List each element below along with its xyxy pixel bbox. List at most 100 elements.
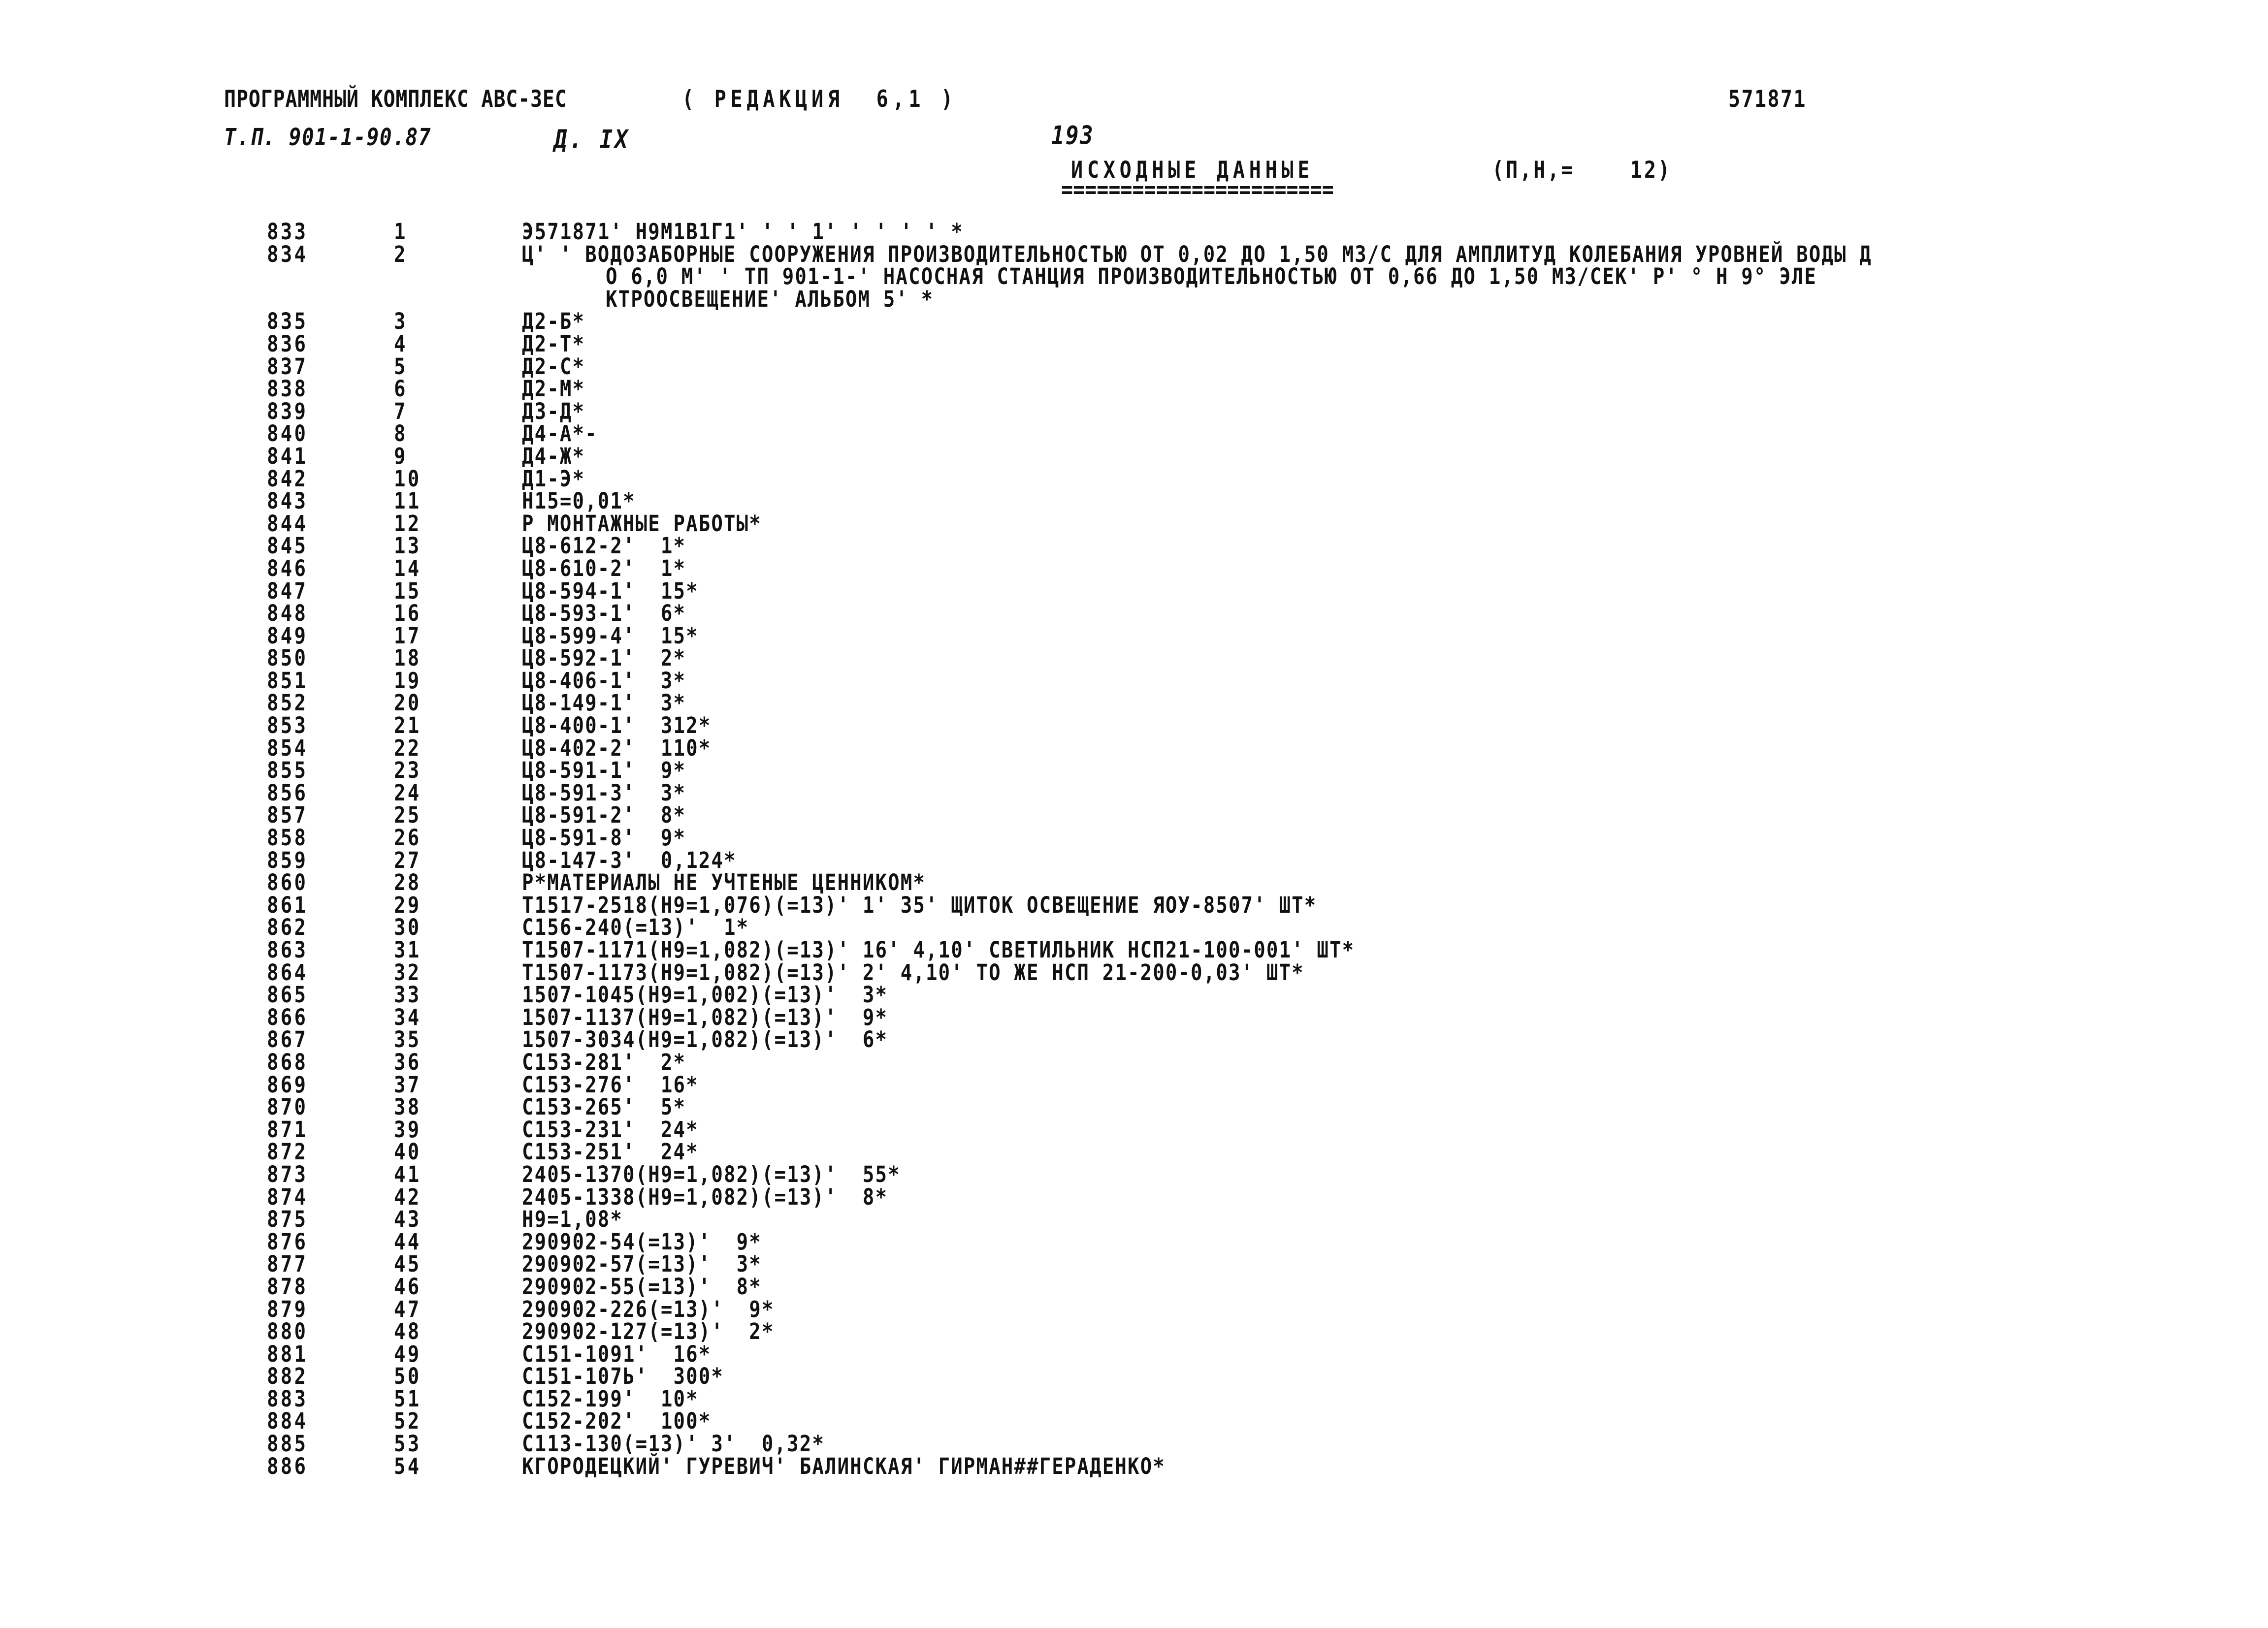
- listing-table: 833 1 Э571871' Н9М1В1Г1' ' ' 1' ' ' ' ' * 8…: [0, 221, 2268, 1478]
- table-row: 847 15 Ц8-594-1' 15*: [0, 580, 2268, 603]
- row-record-text: Ц8-594-1' 15*: [522, 578, 699, 605]
- row-line-number: 856: [267, 780, 308, 806]
- row-record-text: 1507-1045(Н9=1,002)(=13)' 3*: [522, 982, 888, 1008]
- row-sequence-number: 2: [394, 242, 408, 268]
- table-row: 881 49 С151-1091' 16*: [0, 1343, 2268, 1366]
- row-line-number: 860: [267, 870, 308, 896]
- row-line-number: 835: [267, 309, 308, 335]
- row-sequence-number: 13: [394, 533, 421, 560]
- table-row: 871 39 С153-231' 24*: [0, 1119, 2268, 1142]
- row-record-text: Д3-Д*: [522, 399, 585, 425]
- row-line-number: 876: [267, 1229, 308, 1255]
- row-sequence-number: 14: [394, 556, 421, 582]
- row-sequence-number: 25: [394, 802, 421, 829]
- row-record-text: Р*МАТЕРИАЛЫ НЕ УЧТЕНЫЕ ЦЕННИКОМ*: [522, 870, 926, 896]
- row-line-number: 844: [267, 511, 308, 537]
- table-row: 874 42 2405-1338(Н9=1,082)(=13)' 8*: [0, 1186, 2268, 1209]
- row-line-number: 855: [267, 758, 308, 784]
- row-record-text: Р МОНТАЖНЫЕ РАБОТЫ*: [522, 511, 762, 537]
- row-record-text: С153-265' 5*: [522, 1094, 686, 1120]
- row-record-text: Ц8-149-1' 3*: [522, 690, 686, 717]
- row-record-text: Т1507-1173(Н9=1,082)(=13)' 2' 4,10' ТО Ж…: [522, 960, 1304, 986]
- row-line-number: 871: [267, 1117, 308, 1143]
- table-row: 883 51 С152-199' 10*: [0, 1388, 2268, 1411]
- row-sequence-number: 40: [394, 1139, 421, 1166]
- row-sequence-number: 35: [394, 1027, 421, 1053]
- row-sequence-number: 54: [394, 1454, 421, 1480]
- row-record-text: 290902-54(=13)' 9*: [522, 1229, 762, 1255]
- row-sequence-number: 38: [394, 1094, 421, 1120]
- row-line-number: 834: [267, 242, 308, 268]
- row-sequence-number: 42: [394, 1184, 421, 1211]
- row-sequence-number: 30: [394, 915, 421, 941]
- table-row: 859 27 Ц8-147-3' 0,124*: [0, 850, 2268, 872]
- row-sequence-number: 52: [394, 1408, 421, 1435]
- row-sequence-number: 28: [394, 870, 421, 896]
- row-record-text: Ц8-591-1' 9*: [522, 758, 686, 784]
- row-sequence-number: 31: [394, 937, 421, 963]
- row-record-text: Ц8-599-4' 15*: [522, 623, 699, 649]
- row-line-number: 837: [267, 354, 308, 380]
- table-row: 870 38 С153-265' 5*: [0, 1096, 2268, 1119]
- row-line-number: 875: [267, 1207, 308, 1233]
- row-record-text: 290902-127(=13)' 2*: [522, 1319, 775, 1345]
- table-row: 840 8 Д4-А*-: [0, 423, 2268, 446]
- row-sequence-number: 18: [394, 645, 421, 672]
- row-sequence-number: 45: [394, 1251, 421, 1278]
- row-record-text: О 6,0 М' ' ТП 901-1-' НАСОСНАЯ СТАНЦИЯ П…: [606, 264, 1817, 290]
- table-row: О 6,0 М' ' ТП 901-1-' НАСОСНАЯ СТАНЦИЯ П…: [0, 266, 2268, 288]
- table-row: 857 25 Ц8-591-2' 8*: [0, 804, 2268, 827]
- table-row: 885 53 С113-130(=13)' 3' 0,32*: [0, 1433, 2268, 1456]
- table-row: 838 6 Д2-М*: [0, 378, 2268, 401]
- table-row: 861 29 Т1517-2518(Н9=1,076)(=13)' 1' 35' Щ…: [0, 894, 2268, 917]
- row-sequence-number: 19: [394, 668, 421, 694]
- row-record-text: Ц8-406-1' 3*: [522, 668, 686, 694]
- row-sequence-number: 33: [394, 982, 421, 1008]
- table-row: 853 21 Ц8-400-1' 312*: [0, 715, 2268, 737]
- row-line-number: 841: [267, 444, 308, 470]
- table-row: 837 5 Д2-С*: [0, 356, 2268, 379]
- table-row: 843 11 Н15=0,01*: [0, 490, 2268, 513]
- row-line-number: 866: [267, 1005, 308, 1031]
- row-line-number: 857: [267, 802, 308, 829]
- row-record-text: Д1-Э*: [522, 466, 585, 492]
- row-record-text: Т1507-1171(Н9=1,082)(=13)' 16' 4,10' СВЕ…: [522, 937, 1355, 963]
- row-record-text: Д2-С*: [522, 354, 585, 380]
- row-record-text: Д4-Ж*: [522, 444, 585, 470]
- row-record-text: С113-130(=13)' 3' 0,32*: [522, 1431, 825, 1457]
- row-record-text: Т1517-2518(Н9=1,076)(=13)' 1' 35' ЩИТОК …: [522, 893, 1317, 919]
- row-sequence-number: 10: [394, 466, 421, 492]
- program-complex-label: ПРОГРАММНЫЙ КОМПЛЕКС АВС-3ЕС: [224, 86, 567, 113]
- row-sequence-number: 29: [394, 893, 421, 919]
- row-line-number: 840: [267, 421, 308, 447]
- row-record-text: Ц8-612-2' 1*: [522, 533, 686, 560]
- row-line-number: 854: [267, 735, 308, 762]
- page-number: 193: [1051, 121, 1095, 151]
- row-line-number: 861: [267, 893, 308, 919]
- table-row: 844 12 Р МОНТАЖНЫЕ РАБОТЫ*: [0, 513, 2268, 536]
- table-row: 845 13 Ц8-612-2' 1*: [0, 535, 2268, 558]
- row-sequence-number: 43: [394, 1207, 421, 1233]
- row-line-number: 833: [267, 219, 308, 245]
- row-record-text: Н15=0,01*: [522, 488, 636, 514]
- row-record-text: 290902-226(=13)' 9*: [522, 1297, 775, 1323]
- table-row: 876 44 290902-54(=13)' 9*: [0, 1231, 2268, 1254]
- row-record-text: Д4-А*-: [522, 421, 598, 447]
- row-line-number: 868: [267, 1050, 308, 1076]
- row-line-number: 886: [267, 1454, 308, 1480]
- row-line-number: 853: [267, 713, 308, 739]
- table-row: 846 14 Ц8-610-2' 1*: [0, 558, 2268, 580]
- row-record-text: 290902-57(=13)' 3*: [522, 1251, 762, 1278]
- row-record-text: Ц8-591-2' 8*: [522, 802, 686, 829]
- table-row: 868 36 С153-281' 2*: [0, 1052, 2268, 1074]
- row-record-text: 2405-1370(Н9=1,082)(=13)' 55*: [522, 1162, 901, 1188]
- table-row: 854 22 Ц8-402-2' 110*: [0, 737, 2268, 760]
- table-row: 836 4 Д2-Т*: [0, 333, 2268, 356]
- row-line-number: 839: [267, 399, 308, 425]
- document-page: ПРОГРАММНЫЙ КОМПЛЕКС АВС-3ЕС ( РЕДАКЦИЯ …: [0, 0, 2268, 1628]
- row-line-number: 872: [267, 1139, 308, 1166]
- row-sequence-number: 16: [394, 601, 421, 627]
- row-record-text: Ц8-402-2' 110*: [522, 735, 712, 762]
- row-sequence-number: 6: [394, 376, 408, 402]
- table-row: 852 20 Ц8-149-1' 3*: [0, 692, 2268, 715]
